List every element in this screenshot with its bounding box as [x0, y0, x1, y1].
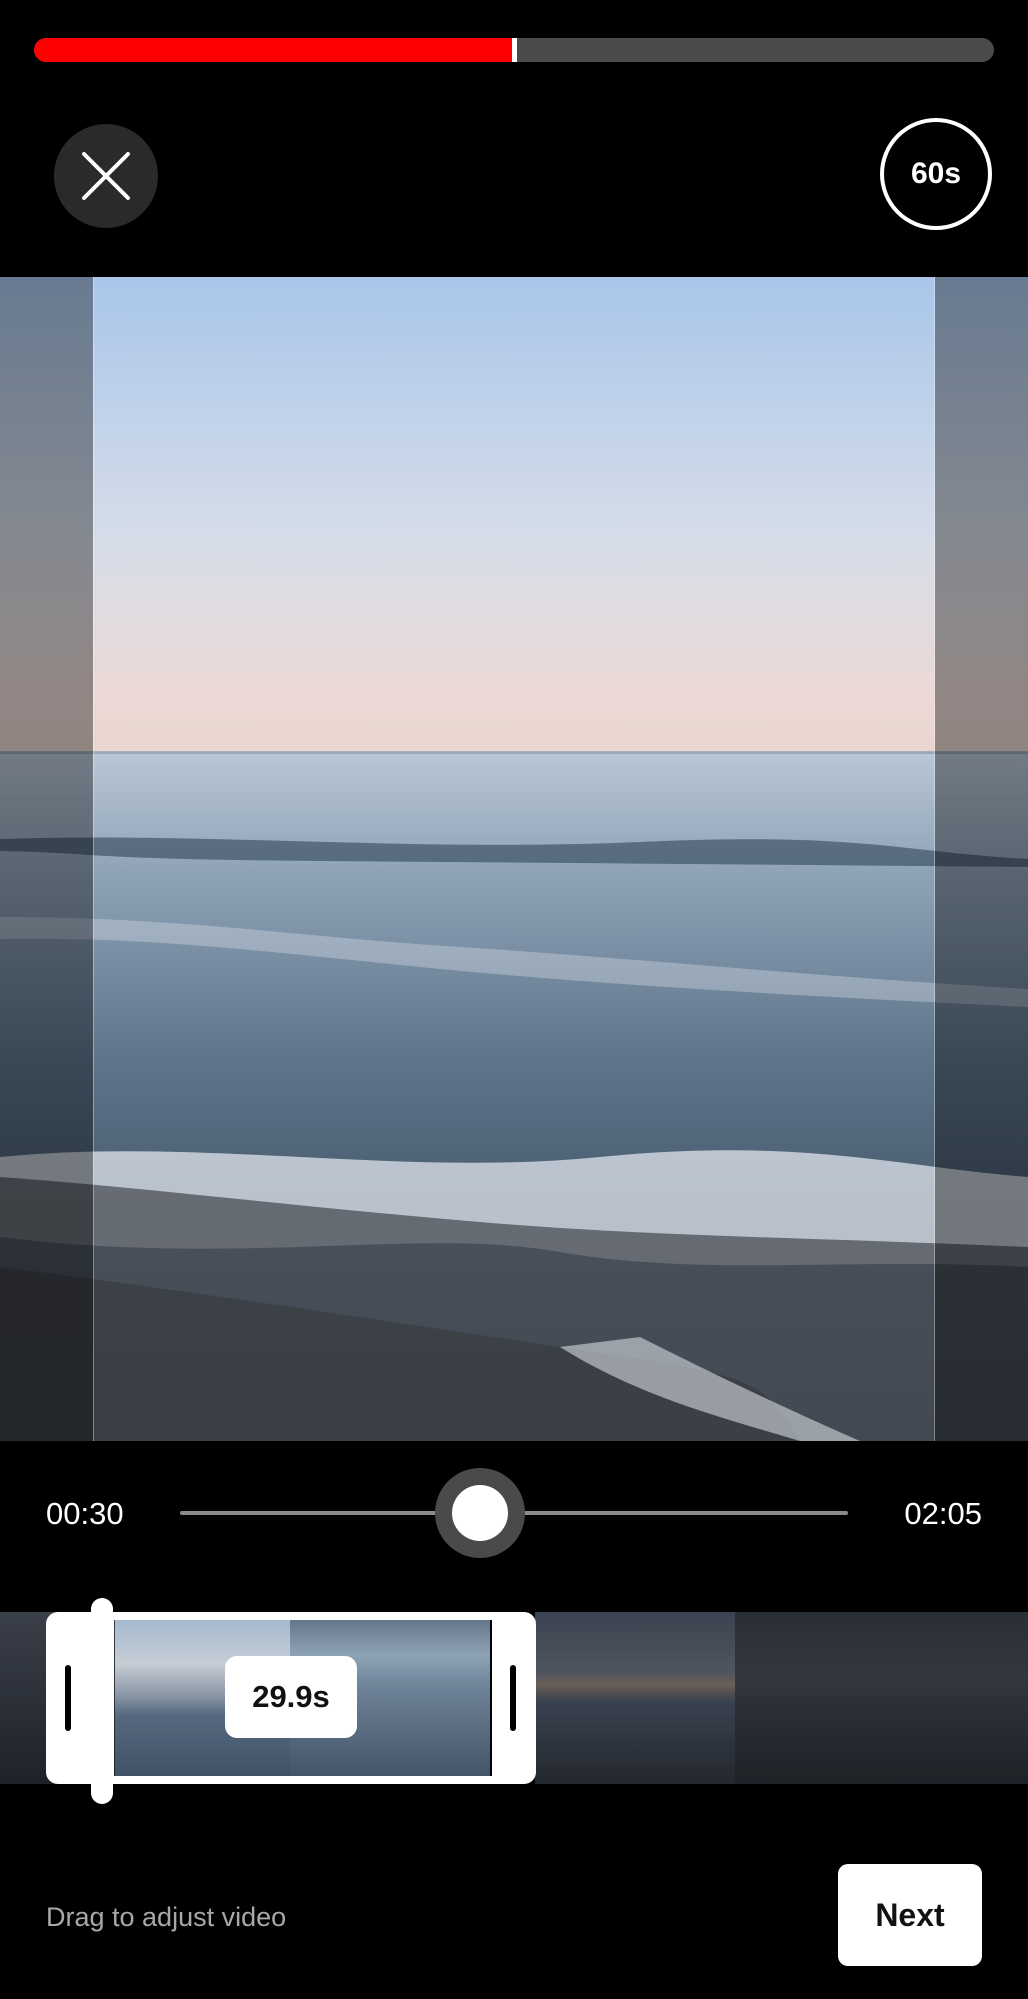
filmstrip-thumbnail [535, 1612, 735, 1784]
close-icon [82, 152, 130, 200]
record-progress-fill [34, 38, 514, 62]
scrubber-knob-dot [452, 1485, 508, 1541]
record-progress-bar [34, 38, 994, 62]
trim-grip-left-icon [65, 1665, 71, 1731]
crop-mask-left [0, 277, 93, 1441]
end-time-label: 02:05 [904, 1496, 982, 1531]
record-progress-marker [512, 38, 517, 62]
selection-duration-label: 29.9s [225, 1656, 357, 1738]
playhead-handle[interactable] [91, 1598, 113, 1804]
start-time-label: 00:30 [46, 1496, 124, 1531]
trim-grip-right-icon [510, 1665, 516, 1731]
crop-mask-right [935, 277, 1028, 1441]
next-button[interactable]: Next [838, 1864, 982, 1966]
video-preview [0, 277, 1028, 1441]
filmstrip-thumbnail [735, 1612, 1028, 1784]
duration-button[interactable]: 60s [880, 118, 992, 230]
crop-frame[interactable] [93, 277, 935, 1441]
close-button[interactable] [54, 124, 158, 228]
scrubber-knob[interactable] [435, 1468, 525, 1558]
drag-hint-text: Drag to adjust video [46, 1902, 287, 1932]
